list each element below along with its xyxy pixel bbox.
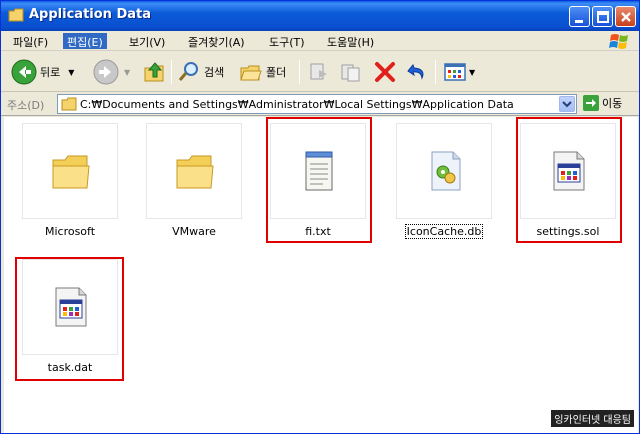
- file-name: Microsoft: [44, 225, 96, 238]
- views-dropdown-icon[interactable]: ▼: [469, 68, 475, 77]
- folder-icon: [176, 155, 214, 189]
- system-file-icon: [431, 151, 461, 191]
- copy-to-button[interactable]: [339, 58, 363, 86]
- toolbar: 뒤로 ▼ ▼ 검색 폴더 ▼: [1, 52, 639, 92]
- highlight-box-task-dat: [15, 257, 124, 381]
- folders-button[interactable]: 폴더: [239, 58, 286, 86]
- maximize-button[interactable]: [592, 6, 613, 27]
- file-item-iconcache-db[interactable]: IconCache.db: [394, 121, 494, 241]
- address-bar: 주소(D) C:₩Documents and Settings₩Administ…: [1, 92, 639, 116]
- search-button[interactable]: 검색: [177, 58, 224, 86]
- back-arrow-icon: [11, 59, 37, 85]
- address-path: C:₩Documents and Settings₩Administrator₩…: [80, 98, 514, 111]
- views-button[interactable]: ▼: [443, 58, 475, 86]
- back-label: 뒤로: [40, 66, 61, 79]
- title-bar[interactable]: Application Data: [1, 1, 639, 31]
- forward-dropdown-icon[interactable]: ▼: [124, 68, 130, 77]
- toolbar-separator: [299, 60, 300, 84]
- back-button[interactable]: 뒤로 ▼: [11, 58, 74, 86]
- address-input[interactable]: C:₩Documents and Settings₩Administrator₩…: [57, 94, 577, 114]
- file-name: VMware: [172, 225, 216, 238]
- folder-icon: [52, 155, 90, 189]
- close-button[interactable]: [615, 6, 636, 27]
- toolbar-separator: [171, 60, 172, 84]
- back-dropdown-icon[interactable]: ▼: [68, 68, 74, 77]
- maximize-icon: [597, 11, 609, 23]
- go-button[interactable]: 이동: [583, 95, 622, 111]
- views-icon: [444, 63, 466, 81]
- copy-to-icon: [341, 64, 360, 82]
- folders-icon: [240, 65, 262, 81]
- up-folder-button[interactable]: [143, 58, 167, 86]
- windows-logo-icon: [609, 34, 628, 49]
- delete-button[interactable]: [373, 58, 397, 86]
- move-to-icon: [310, 63, 327, 80]
- close-icon: [621, 12, 631, 22]
- watermark: 잉카인터넷 대응팀: [551, 410, 634, 427]
- search-label: 검색: [204, 66, 225, 79]
- menu-edit[interactable]: 편집(E): [63, 33, 107, 49]
- move-to-button[interactable]: [307, 58, 331, 86]
- highlight-box-settings-sol: [516, 117, 622, 243]
- minimize-icon: [575, 20, 583, 23]
- highlight-box-fi-txt: [266, 117, 372, 243]
- menu-tools[interactable]: 도구(T): [265, 33, 309, 49]
- file-item-microsoft[interactable]: Microsoft: [20, 121, 120, 241]
- folders-label: 폴더: [266, 66, 287, 79]
- menu-bar: 파일(F) 편집(E) 보기(V) 즐겨찾기(A) 도구(T) 도움말(H): [1, 31, 639, 51]
- address-dropdown-button[interactable]: [559, 96, 575, 112]
- go-label: 이동: [602, 97, 623, 110]
- delete-icon: [375, 62, 395, 82]
- menu-help[interactable]: 도움말(H): [323, 33, 378, 49]
- forward-arrow-icon: [93, 59, 119, 85]
- file-view[interactable]: Microsoft VMware fi.txt IconCache.db set…: [4, 117, 638, 433]
- search-icon: [178, 62, 198, 81]
- go-arrow-icon: [583, 95, 599, 111]
- file-thumbnail: [396, 123, 492, 219]
- folder-icon: [61, 97, 77, 111]
- file-name: IconCache.db: [404, 224, 484, 239]
- undo-button[interactable]: [405, 58, 429, 86]
- explorer-window: Application Data 파일(F) 편집(E) 보기(V) 즐겨찾기(…: [0, 0, 640, 434]
- toolbar-separator: [435, 60, 436, 84]
- menu-view[interactable]: 보기(V): [125, 33, 169, 49]
- file-item-vmware[interactable]: VMware: [144, 121, 244, 241]
- up-folder-icon: [144, 62, 164, 82]
- address-label: 주소(D): [7, 99, 45, 112]
- file-thumbnail: [146, 123, 242, 219]
- menu-favorites[interactable]: 즐겨찾기(A): [184, 33, 249, 49]
- menu-file[interactable]: 파일(F): [9, 33, 52, 49]
- undo-icon: [407, 63, 424, 80]
- minimize-button[interactable]: [569, 6, 590, 27]
- chevron-down-icon: [562, 101, 572, 108]
- folder-icon: [8, 8, 24, 22]
- file-thumbnail: [22, 123, 118, 219]
- forward-button[interactable]: ▼: [93, 58, 130, 86]
- window-title: Application Data: [29, 7, 151, 22]
